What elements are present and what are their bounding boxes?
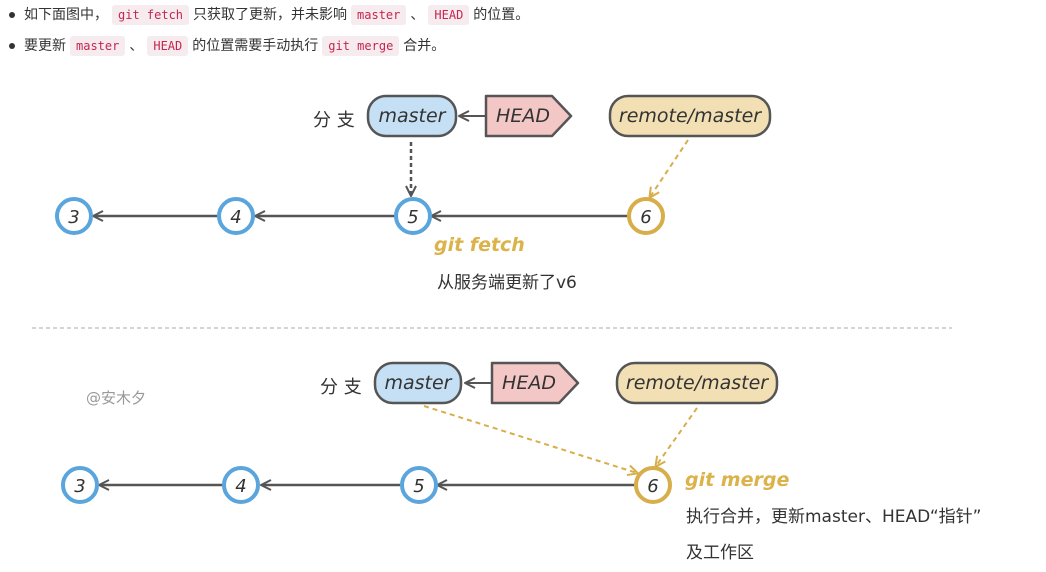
remote-to-commit6-arrow — [654, 407, 698, 468]
branch-label: 分 支 — [313, 110, 355, 131]
remote-master-pointer-label: remote/master — [626, 372, 769, 394]
branch-label: 分 支 — [320, 377, 362, 398]
git-fetch-merge-diagram: 分 支 master HEAD remote/master 3 4 5 6 gi… — [32, 94, 981, 563]
action-label: git merge — [685, 469, 789, 491]
caption: 从服务端更新了v6 — [437, 273, 577, 293]
watermark: @安木夕 — [86, 389, 146, 407]
diagram-merge: 分 支 master HEAD remote/master 3 4 5 6 gi… — [61, 361, 981, 563]
commit-label: 6 — [640, 207, 651, 228]
head-pointer-label: HEAD — [502, 372, 556, 394]
commit-label: 3 — [68, 207, 79, 228]
commit-label: 5 — [413, 476, 424, 497]
master-to-commit6-arrow — [423, 405, 639, 477]
remote-master-pointer-label: remote/master — [619, 105, 762, 127]
head-pointer-label: HEAD — [496, 105, 550, 127]
commit-label: 4 — [235, 476, 246, 497]
caption-continued: 及工作区 — [686, 543, 754, 563]
action-label: git fetch — [434, 234, 525, 256]
master-pointer-label: master — [378, 105, 446, 127]
commit-label: 6 — [647, 476, 658, 497]
commit-label: 4 — [230, 207, 241, 228]
commit-label: 5 — [407, 207, 418, 228]
diagram-fetch: 分 支 master HEAD remote/master 3 4 5 6 gi… — [55, 94, 772, 293]
caption: 执行合并，更新master、HEAD“指针” — [686, 507, 981, 527]
commit-label: 3 — [74, 476, 85, 497]
remote-to-commit6-arrow — [648, 139, 689, 199]
master-pointer-label: master — [384, 372, 452, 394]
